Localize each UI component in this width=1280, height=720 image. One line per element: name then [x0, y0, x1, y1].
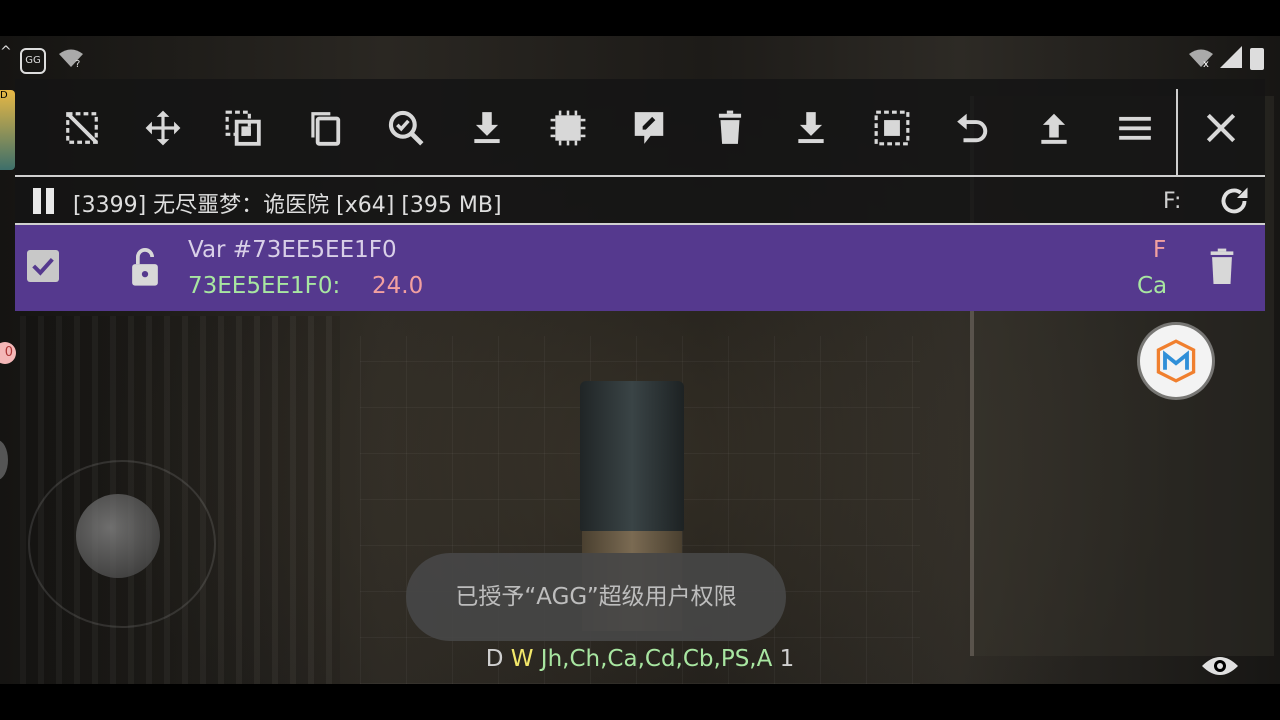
joystick-knob[interactable]	[76, 494, 160, 578]
refresh-icon[interactable]	[1216, 183, 1252, 219]
download-icon[interactable]	[462, 103, 512, 153]
upload-icon[interactable]	[1029, 103, 1079, 153]
entry-type: F	[1153, 237, 1167, 263]
status-bar: ^ GG ? x	[0, 38, 1280, 82]
select-all-icon[interactable]	[867, 103, 917, 153]
scene-trash-bin	[580, 381, 684, 531]
select-none-icon[interactable]	[57, 103, 107, 153]
wifi-off-icon: x	[1188, 48, 1214, 72]
svg-text:?: ?	[75, 59, 80, 68]
menu-icon[interactable]	[1110, 103, 1160, 153]
toast-message: 已授予“AGG”超级用户权限	[406, 553, 786, 641]
side-badge-count: 0	[4, 345, 13, 360]
copy-icon[interactable]	[299, 103, 349, 153]
checkmark-icon	[32, 257, 54, 276]
gg-panel: [3399] 无尽噩梦：诡医院 [x64] [395 MB] F: Var #7…	[15, 79, 1265, 311]
copy-selected-icon[interactable]	[218, 103, 268, 153]
entry-address: 73EE5EE1F0:	[188, 273, 341, 299]
entry-delete-icon[interactable]	[1205, 247, 1239, 287]
search-check-icon[interactable]	[381, 103, 431, 153]
legend-d: D	[485, 646, 504, 672]
toolbar-divider	[15, 175, 1265, 177]
entry-checkbox[interactable]	[27, 250, 59, 282]
entry-value[interactable]: 24.0	[372, 273, 423, 299]
region-legend: D W Jh,Ch,Ca,Cd,Cb,PS,A 1	[0, 646, 1280, 672]
letterbox-bottom	[0, 684, 1280, 720]
svg-text:x: x	[1203, 59, 1209, 68]
edit-icon[interactable]	[624, 103, 674, 153]
battery-icon	[1250, 48, 1264, 70]
unlock-icon[interactable]	[127, 247, 163, 287]
side-app-thumbnail[interactable]: D	[0, 90, 15, 170]
legend-w: W	[510, 646, 534, 672]
toast-text: 已授予“AGG”超级用户权限	[455, 584, 737, 610]
close-icon[interactable]	[1196, 103, 1246, 153]
undo-icon[interactable]	[948, 103, 998, 153]
toolbar-separator	[1176, 89, 1178, 175]
move-icon[interactable]	[138, 103, 188, 153]
side-thumb-label: D	[0, 90, 8, 101]
gg-floating-bubble[interactable]	[1140, 325, 1212, 397]
letterbox-top	[0, 0, 1280, 36]
arrow-up-icon: ^	[0, 44, 12, 60]
memory-chip-icon[interactable]	[543, 103, 593, 153]
legend-count: 1	[779, 646, 795, 672]
download-alt-icon[interactable]	[786, 103, 836, 153]
cell-signal-icon	[1220, 46, 1242, 72]
pause-icon-bar-right	[46, 188, 54, 214]
pause-button[interactable]	[31, 188, 57, 214]
legend-regions: Jh,Ch,Ca,Cd,Cb,PS,A	[540, 646, 773, 672]
wifi-question-icon: ?	[58, 48, 84, 72]
delete-icon[interactable]	[705, 103, 755, 153]
gg-app-icon: GG	[20, 48, 46, 74]
saved-list-entry[interactable]: Var #73EE5EE1F0 73EE5EE1F0: 24.0 F Ca	[15, 225, 1265, 311]
gg-logo-icon	[1156, 339, 1196, 383]
process-label[interactable]: [3399] 无尽噩梦：诡医院 [x64] [395 MB]	[73, 187, 502, 219]
toolbar	[15, 79, 1265, 175]
entry-region: Ca	[1137, 273, 1168, 299]
process-row: [3399] 无尽噩梦：诡医院 [x64] [395 MB] F:	[15, 179, 1265, 223]
entry-name: Var #73EE5EE1F0	[188, 237, 397, 263]
format-label: F:	[1163, 189, 1182, 214]
pause-icon-bar-left	[33, 188, 41, 214]
eye-icon[interactable]	[1200, 650, 1240, 682]
